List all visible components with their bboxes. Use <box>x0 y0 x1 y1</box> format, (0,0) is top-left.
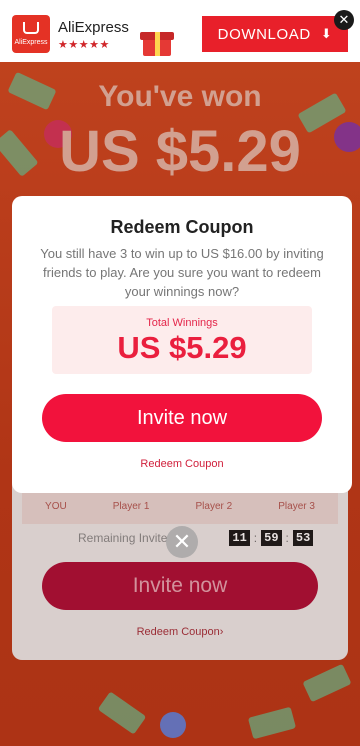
gift-icon <box>140 22 174 56</box>
total-winnings-box: Total Winnings US $5.29 <box>52 306 312 374</box>
download-arrow-icon: ⬇ <box>320 26 333 41</box>
total-winnings-label: Total Winnings <box>146 317 218 329</box>
dialog-close-icon[interactable]: ✕ <box>166 526 198 558</box>
shopping-bag-icon <box>23 22 39 34</box>
dialog-description: You still have 3 to win up to US $16.00 … <box>40 246 324 299</box>
app-download-banner: AliExpress AliExpress ★★★★★ DOWNLOAD ⬇ ✕ <box>0 0 360 62</box>
total-winnings-amount: US $5.29 <box>117 330 247 365</box>
banner-close-icon[interactable]: ✕ <box>334 10 354 30</box>
download-button[interactable]: DOWNLOAD ⬇ <box>202 16 348 52</box>
logo-text: AliExpress <box>14 39 48 46</box>
redeem-coupon-link[interactable]: Redeem Coupon <box>12 458 352 470</box>
redeem-coupon-dialog: Redeem Coupon You still have 3 to win up… <box>12 196 352 493</box>
invite-now-button[interactable]: Invite now <box>42 394 322 442</box>
dialog-title: Redeem Coupon <box>110 217 254 237</box>
app-name: AliExpress <box>58 19 129 36</box>
aliexpress-logo: AliExpress <box>12 15 50 53</box>
download-label: DOWNLOAD <box>217 25 311 43</box>
rating-stars: ★★★★★ <box>58 39 110 51</box>
